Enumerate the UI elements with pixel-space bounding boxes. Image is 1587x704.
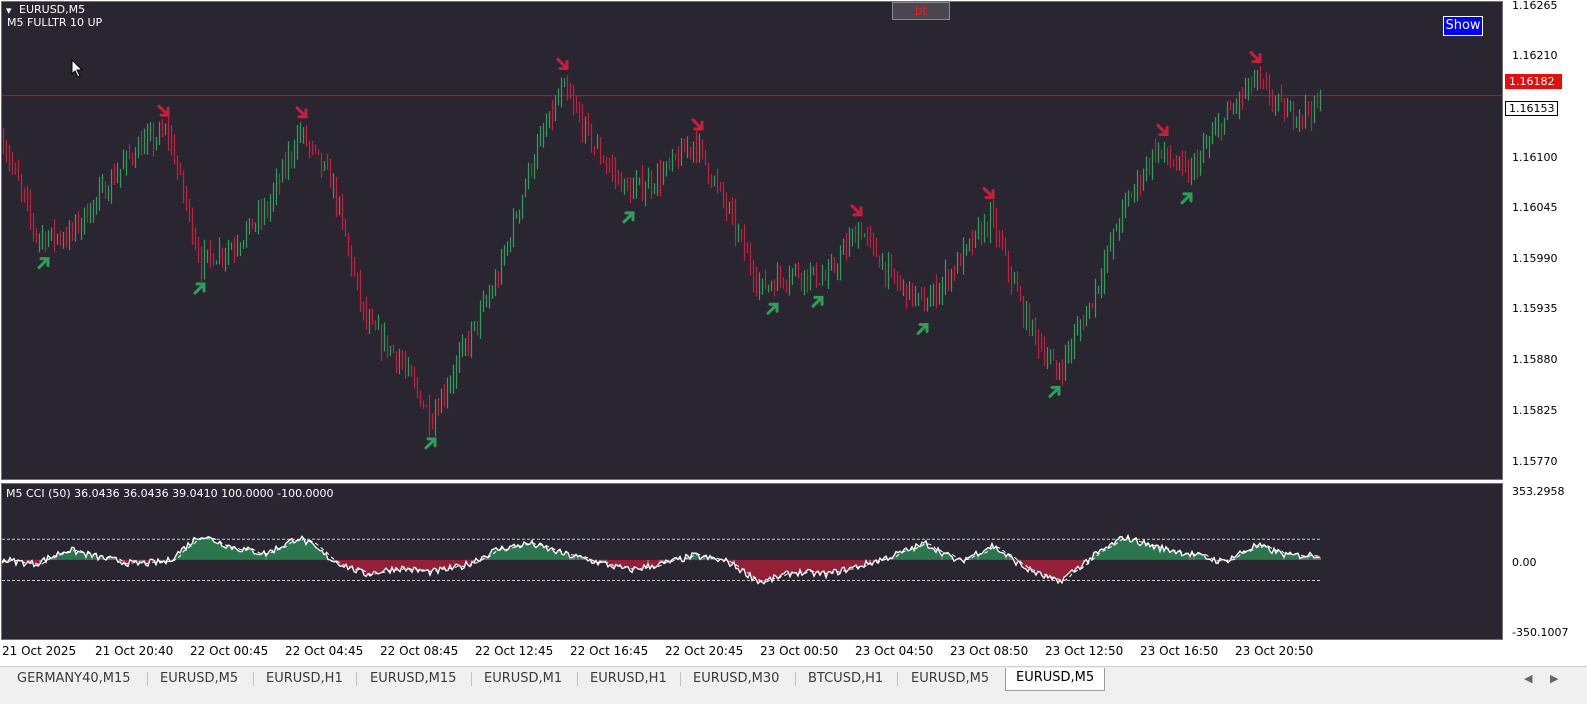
sell-arrow-icon xyxy=(157,104,170,117)
tabs-scroll-right-icon[interactable]: ▶ xyxy=(1550,672,1558,685)
price-tick: 1.15880 xyxy=(1512,353,1558,366)
tab-eurusd-m1[interactable]: EURUSD,M1 xyxy=(484,669,562,689)
time-tick: 22 Oct 20:45 xyxy=(665,644,744,658)
chart-area[interactable]: ▾ EURUSD,M5 M5 FULLTR 10 UP bt Show M5 C… xyxy=(0,0,1587,666)
cci-title: M5 CCI (50) 36.0436 36.0436 39.0410 100.… xyxy=(6,487,334,500)
time-tick: 22 Oct 00:45 xyxy=(190,644,269,658)
bid-price-label: 1.16153 xyxy=(1505,101,1558,116)
sell-arrow-icon xyxy=(1249,51,1262,64)
buy-arrow-icon xyxy=(1180,192,1193,205)
price-chart-pane[interactable]: ▾ EURUSD,M5 M5 FULLTR 10 UP bt Show xyxy=(1,1,1503,480)
time-tick: 23 Oct 08:50 xyxy=(950,644,1029,658)
sell-arrow-icon xyxy=(982,186,995,199)
show-button[interactable]: Show xyxy=(1443,16,1483,36)
bt-button[interactable]: bt xyxy=(892,2,950,20)
time-tick: 21 Oct 2025 xyxy=(2,644,77,658)
tab-separator xyxy=(253,672,254,686)
price-tick: 1.15825 xyxy=(1512,404,1558,417)
tabs-scroll-left-icon[interactable]: ◀ xyxy=(1524,672,1532,685)
tab-germany40-m15[interactable]: GERMANY40,M15 xyxy=(17,669,131,689)
time-tick: 22 Oct 04:45 xyxy=(285,644,364,658)
tab-eurusd-m15[interactable]: EURUSD,M15 xyxy=(370,669,456,689)
time-tick: 23 Oct 16:50 xyxy=(1140,644,1219,658)
time-tick: 23 Oct 12:50 xyxy=(1045,644,1124,658)
mouse-cursor-icon xyxy=(71,59,84,78)
tab-separator xyxy=(356,672,357,686)
tab-eurusd-m5-2[interactable]: EURUSD,M5 xyxy=(911,669,989,689)
sell-arrow-icon xyxy=(850,204,863,217)
price-tick: 1.16210 xyxy=(1512,49,1558,62)
tab-eurusd-h1-2[interactable]: EURUSD,H1 xyxy=(590,669,667,689)
tab-separator xyxy=(577,672,578,686)
tab-separator xyxy=(147,672,148,686)
tab-separator xyxy=(680,672,681,686)
time-tick: 22 Oct 08:45 xyxy=(380,644,459,658)
buy-arrow-icon xyxy=(916,322,929,335)
tab-separator xyxy=(897,672,898,686)
buy-arrow-icon xyxy=(622,211,635,224)
tab-eurusd-h1[interactable]: EURUSD,H1 xyxy=(266,669,343,689)
time-tick: 22 Oct 16:45 xyxy=(570,644,649,658)
cci-canvas[interactable] xyxy=(2,484,1502,639)
cci-indicator-pane[interactable]: M5 CCI (50) 36.0436 36.0436 39.0410 100.… xyxy=(1,483,1503,640)
buy-arrow-icon xyxy=(1048,385,1061,398)
time-tick: 21 Oct 20:40 xyxy=(95,644,174,658)
buy-arrow-icon xyxy=(193,282,206,295)
tab-eurusd-m5[interactable]: EURUSD,M5 xyxy=(160,669,238,689)
chart-tabs-bar: GERMANY40,M15 EURUSD,M5 EURUSD,H1 EURUSD… xyxy=(0,666,1587,704)
time-tick: 23 Oct 04:50 xyxy=(855,644,934,658)
cci-min-label: -350.1007 xyxy=(1512,626,1569,639)
tab-separator xyxy=(795,672,796,686)
price-tick: 1.16100 xyxy=(1512,151,1558,164)
cci-max-label: 353.2958 xyxy=(1512,485,1565,498)
price-tick: 1.16045 xyxy=(1512,201,1558,214)
sell-arrow-icon xyxy=(691,118,704,131)
price-tick: 1.15990 xyxy=(1512,252,1558,265)
price-tick: 1.15770 xyxy=(1512,455,1558,468)
indicator-title: M5 FULLTR 10 UP xyxy=(7,16,103,29)
buy-arrow-icon xyxy=(766,302,779,315)
alert-price-label: 1.16182 xyxy=(1505,74,1562,89)
symbol-title: EURUSD,M5 xyxy=(19,3,86,16)
time-tick: 23 Oct 20:50 xyxy=(1235,644,1314,658)
time-tick: 23 Oct 00:50 xyxy=(760,644,839,658)
price-tick: 1.15935 xyxy=(1512,302,1558,315)
time-tick: 22 Oct 12:45 xyxy=(475,644,554,658)
sell-arrow-icon xyxy=(1156,123,1169,136)
buy-arrow-icon xyxy=(811,295,824,308)
sell-arrow-icon xyxy=(556,57,569,70)
price-tick: 1.16265 xyxy=(1512,0,1558,12)
tab-eurusd-m5-active[interactable]: EURUSD,M5 xyxy=(1005,668,1106,691)
sell-arrow-icon xyxy=(295,106,308,119)
tab-eurusd-m30[interactable]: EURUSD,M30 xyxy=(693,669,779,689)
buy-arrow-icon xyxy=(424,437,437,450)
cci-zero-label: 0.00 xyxy=(1512,556,1537,569)
buy-arrow-icon xyxy=(37,257,50,270)
tab-btcusd-h1[interactable]: BTCUSD,H1 xyxy=(808,669,883,689)
tab-separator xyxy=(471,672,472,686)
price-chart-canvas[interactable] xyxy=(2,2,1502,479)
